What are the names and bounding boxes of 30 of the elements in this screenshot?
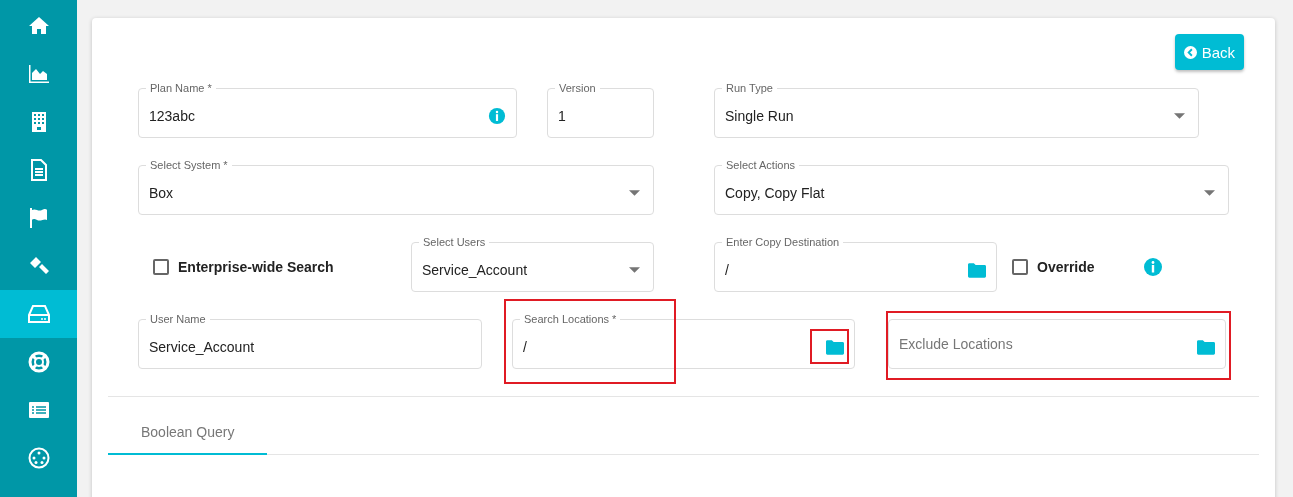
checkbox[interactable] (153, 259, 169, 275)
chevron-left-icon (1183, 45, 1197, 59)
caret-icon (1174, 113, 1185, 119)
nav-item[interactable] (0, 290, 77, 338)
field-label: Run Type (722, 82, 777, 95)
info-icon[interactable] (488, 107, 506, 125)
folder-icon[interactable] (826, 339, 844, 355)
drive-icon (26, 302, 51, 326)
field-label: User Name (146, 313, 210, 326)
checkbox-label: Enterprise-wide Search (178, 259, 334, 275)
input-field[interactable]: Exclude Locations (888, 319, 1226, 369)
caret-icon (629, 190, 640, 196)
folder-icon[interactable] (968, 262, 986, 278)
folder-icon[interactable] (1197, 339, 1215, 355)
field-label: Select System * (146, 159, 232, 172)
field-label: Search Locations * (520, 313, 621, 326)
checkbox-label: Override (1037, 259, 1095, 275)
caret-icon (629, 267, 640, 273)
chart-icon (26, 62, 51, 86)
info-icon[interactable] (1143, 257, 1163, 277)
field-label: Enter Copy Destination (722, 236, 844, 249)
field-label: Version (555, 82, 600, 95)
caret-icon (1204, 190, 1215, 196)
checkbox[interactable] (1012, 259, 1028, 275)
network-icon (26, 446, 51, 470)
field-label: Plan Name * (146, 82, 216, 95)
lifebuoy-icon (26, 350, 51, 374)
field-label: Select Actions (722, 159, 800, 172)
tab[interactable]: Boolean Query (108, 411, 268, 455)
field-label: Select Users (419, 236, 490, 249)
